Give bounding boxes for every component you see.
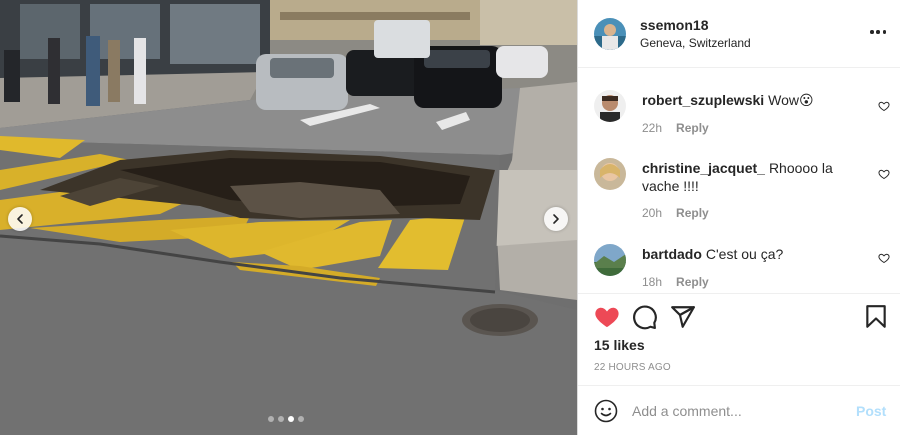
author-avatar[interactable] [594, 18, 626, 50]
chevron-right-icon [553, 214, 559, 224]
commenter-avatar[interactable] [594, 244, 626, 276]
comment-text: bartdado C'est ou ça? [642, 245, 862, 263]
post-header: ssemon18 Geneva, Switzerland [578, 0, 900, 68]
comment-body: Wow😮 [768, 92, 814, 108]
avatar-image [594, 158, 626, 190]
share-paper-plane-icon[interactable] [670, 304, 696, 330]
like-comment-heart-icon[interactable] [878, 252, 890, 264]
photo-sinkhole-street [0, 0, 577, 435]
commenter-avatar[interactable] [594, 90, 626, 122]
post-photo[interactable] [0, 0, 577, 435]
carousel-indicator [268, 416, 304, 422]
avatar-image [594, 244, 626, 276]
post-side-panel: ssemon18 Geneva, Switzerland robert_szup… [577, 0, 900, 435]
reply-button[interactable]: Reply [676, 206, 709, 220]
comment-body: C'est ou ça? [705, 246, 784, 262]
avatar-image [594, 18, 626, 50]
comment-age[interactable]: 22h [642, 121, 662, 135]
carousel-dot [268, 416, 274, 422]
comment-username[interactable]: christine_jacquet_ [642, 160, 765, 176]
post-location[interactable]: Geneva, Switzerland [640, 36, 751, 50]
comment-meta: 22h Reply [642, 121, 709, 135]
next-photo-button[interactable] [544, 207, 568, 231]
reply-button[interactable]: Reply [676, 121, 709, 135]
comment-meta: 20h Reply [642, 206, 709, 220]
add-comment-input[interactable] [632, 397, 842, 425]
more-options-icon[interactable] [870, 24, 886, 40]
comment-username[interactable]: robert_szuplewski [642, 92, 764, 108]
comment-text: robert_szuplewski Wow😮 [642, 91, 862, 109]
post-comment-button[interactable]: Post [856, 403, 886, 419]
carousel-dot [298, 416, 304, 422]
emoji-icon[interactable] [594, 399, 618, 423]
like-heart-icon[interactable] [594, 304, 620, 330]
comment-text: christine_jacquet_ Rhoooo la vache !!!! [642, 159, 862, 195]
reply-button[interactable]: Reply [676, 275, 709, 289]
add-comment-bar: Post [578, 385, 900, 435]
comment-meta: 18h Reply [642, 275, 709, 289]
avatar-image [594, 90, 626, 122]
comments-list[interactable]: robert_szuplewski Wow😮 22h Reply christine… [578, 68, 900, 293]
comment-icon[interactable] [632, 304, 658, 330]
save-bookmark-icon[interactable] [863, 304, 889, 330]
commenter-avatar[interactable] [594, 158, 626, 190]
comment-username[interactable]: bartdado [642, 246, 702, 262]
previous-photo-button[interactable] [8, 207, 32, 231]
author-username[interactable]: ssemon18 [640, 17, 708, 33]
like-comment-heart-icon[interactable] [878, 100, 890, 112]
comment-age[interactable]: 18h [642, 275, 662, 289]
carousel-dot [278, 416, 284, 422]
chevron-left-icon [17, 214, 23, 224]
post-timestamp[interactable]: 22 HOURS AGO [594, 362, 671, 373]
comment-age[interactable]: 20h [642, 206, 662, 220]
like-comment-heart-icon[interactable] [878, 168, 890, 180]
post-actions: 15 likes 22 HOURS AGO [578, 293, 900, 385]
likes-count[interactable]: 15 likes [594, 337, 645, 353]
carousel-dot-active [288, 416, 294, 422]
